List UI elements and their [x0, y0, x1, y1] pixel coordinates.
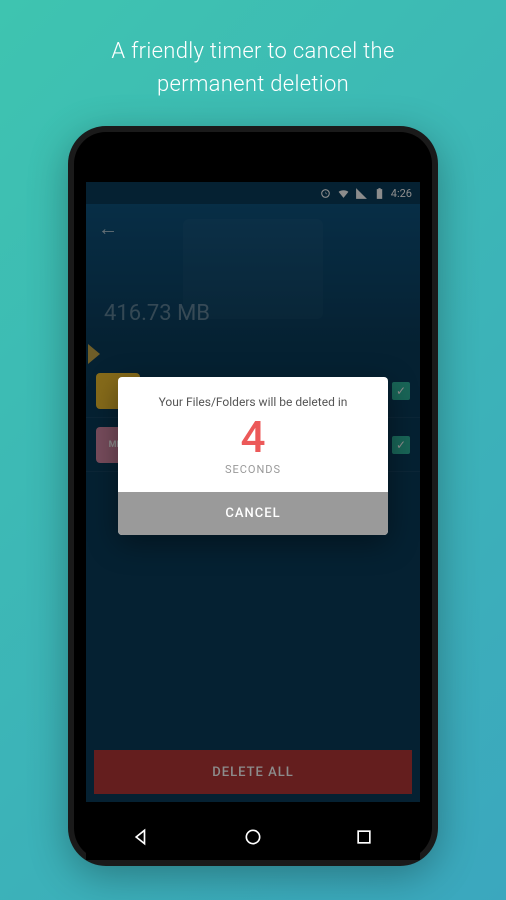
phone-frame: 4:26 ← 416.73 MB ✓ MP4 ✓ DELETE ALL	[68, 126, 438, 866]
modal-overlay: Your Files/Folders will be deleted in 4 …	[86, 182, 420, 802]
countdown-dialog: Your Files/Folders will be deleted in 4 …	[118, 377, 388, 535]
nav-home-icon[interactable]	[243, 827, 263, 847]
countdown-number: 4	[132, 415, 374, 459]
promo-headline: A friendly timer to cancel the permanent…	[111, 35, 394, 101]
android-nav-bar	[86, 814, 420, 860]
dialog-message: Your Files/Folders will be deleted in	[132, 395, 374, 409]
device-screen: 4:26 ← 416.73 MB ✓ MP4 ✓ DELETE ALL	[86, 182, 420, 802]
cancel-button[interactable]: CANCEL	[118, 492, 388, 535]
countdown-unit: SECONDS	[132, 463, 374, 476]
nav-recent-icon[interactable]	[354, 827, 374, 847]
nav-back-icon[interactable]	[132, 827, 152, 847]
